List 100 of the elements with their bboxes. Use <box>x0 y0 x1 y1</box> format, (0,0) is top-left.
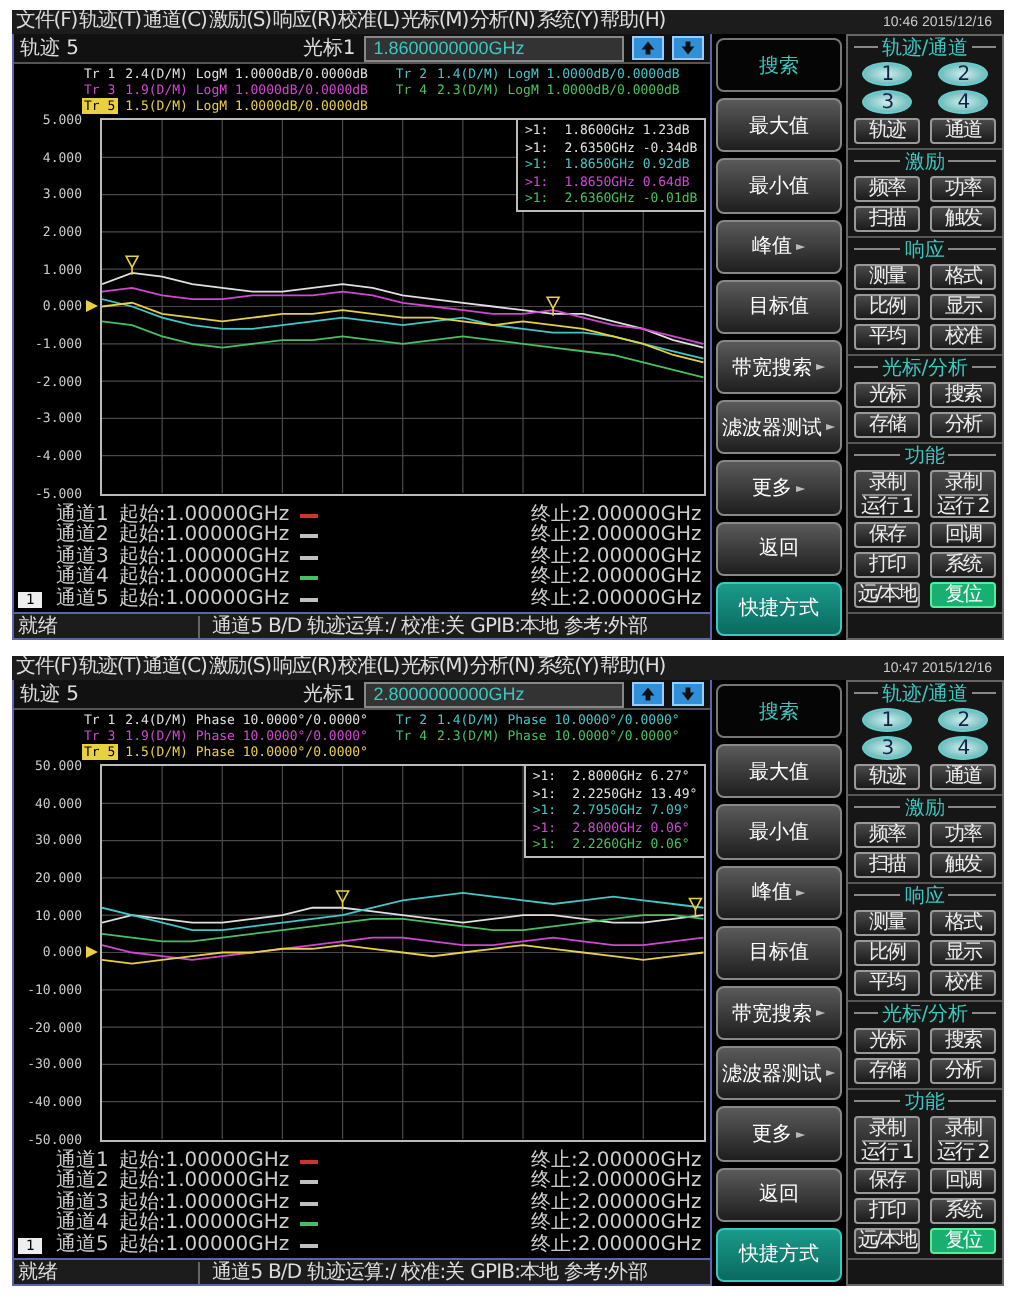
hard-key[interactable]: 光标 <box>853 1028 920 1054</box>
hard-key[interactable]: 存储 <box>853 412 920 438</box>
hard-key[interactable]: 分析 <box>929 1058 996 1084</box>
hard-key[interactable]: 测量 <box>853 264 920 290</box>
hard-key[interactable]: 轨迹 <box>853 764 920 790</box>
hard-key[interactable]: 分析 <box>929 412 996 438</box>
channel-start: 起始:1.00000GHz <box>118 526 290 546</box>
hard-key[interactable]: 功率 <box>929 176 996 202</box>
hard-key[interactable]: 通道 <box>929 764 996 790</box>
softkey-button[interactable]: 目标值 <box>715 925 842 981</box>
hard-key[interactable]: 轨迹 <box>853 118 920 144</box>
hard-key[interactable]: 打印 <box>853 552 920 578</box>
channel-name[interactable]: 通道4 <box>56 568 109 589</box>
hard-key[interactable]: 功率 <box>929 822 996 848</box>
hard-key[interactable]: 保存 <box>853 1168 920 1194</box>
softkey-button[interactable]: 目标值 <box>715 279 842 335</box>
softkey-button[interactable]: 返回 <box>715 521 842 576</box>
channel-name[interactable]: 通道3 <box>56 1193 109 1214</box>
menu-item[interactable]: 帮助(H) <box>600 656 666 680</box>
hard-key[interactable]: 回调 <box>929 522 996 548</box>
softkey-button[interactable]: 最大值 <box>715 98 842 153</box>
hard-key[interactable]: 搜索 <box>929 382 996 408</box>
number-button[interactable]: 1 <box>861 62 912 86</box>
hard-key[interactable]: 比例 <box>853 294 920 320</box>
hard-key[interactable]: 录制 运行 2 <box>929 1116 996 1164</box>
hard-key[interactable]: 打印 <box>853 1198 920 1224</box>
channel-name[interactable]: 通道1 <box>56 1151 109 1172</box>
step-up-button[interactable] <box>631 36 664 60</box>
marker-value-field[interactable]: 1.8600000000GHz <box>363 35 624 61</box>
hard-key[interactable]: 扫描 <box>853 206 920 232</box>
softkey-button[interactable]: 最大值 <box>715 744 842 799</box>
hard-key[interactable]: 远/本地 <box>853 582 920 608</box>
hard-key[interactable]: 显示 <box>929 294 996 320</box>
menu-item[interactable]: 光标(M) <box>401 656 469 680</box>
channel-name[interactable]: 通道4 <box>56 1214 109 1235</box>
softkey-button[interactable]: 返回 <box>715 1167 842 1222</box>
softkey-button[interactable]: 最小值 <box>715 804 842 860</box>
hard-key[interactable]: 触发 <box>929 852 996 878</box>
channel-name[interactable]: 通道1 <box>56 505 109 526</box>
hard-key[interactable]: 频率 <box>853 176 920 202</box>
channel-name[interactable]: 通道5 <box>56 589 109 610</box>
channel-stop: 终止:2.00000GHz <box>530 1151 702 1171</box>
channel-start: 起始:1.00000GHz <box>118 568 290 588</box>
hard-key[interactable]: 通道 <box>929 118 996 144</box>
number-button[interactable]: 1 <box>861 708 912 732</box>
hard-key[interactable]: 显示 <box>929 940 996 966</box>
menu-item[interactable]: 分析(N) <box>470 656 535 680</box>
hard-key[interactable]: 测量 <box>853 910 920 936</box>
number-button[interactable]: 4 <box>937 736 988 760</box>
channel-name[interactable]: 通道3 <box>56 547 109 568</box>
hard-key[interactable]: 系统 <box>929 1198 996 1224</box>
hard-key[interactable]: 光标 <box>853 382 920 408</box>
number-button[interactable]: 3 <box>861 736 912 760</box>
menu-item[interactable]: 帮助(H) <box>600 10 666 34</box>
menu-item[interactable]: 通道(C) <box>142 656 207 680</box>
number-button[interactable]: 4 <box>937 90 988 114</box>
hard-key[interactable]: 平均 <box>853 324 920 350</box>
marker-icon <box>545 296 561 317</box>
menu-item[interactable]: 分析(N) <box>470 10 535 34</box>
hard-key[interactable]: 频率 <box>853 822 920 848</box>
number-button[interactable]: 2 <box>937 62 988 86</box>
hard-key[interactable]: 校准 <box>929 970 996 996</box>
menu-item[interactable]: 激励(S) <box>208 10 271 34</box>
channel-name[interactable]: 通道5 <box>56 1235 109 1256</box>
softkey-button[interactable]: 搜索 <box>715 38 842 93</box>
hard-key[interactable]: 格式 <box>929 264 996 290</box>
channel-name[interactable]: 通道2 <box>56 526 109 547</box>
channel-name[interactable]: 通道2 <box>56 1172 109 1193</box>
hard-key[interactable]: 格式 <box>929 910 996 936</box>
menu-item[interactable]: 校准(L) <box>338 10 400 34</box>
hard-key[interactable]: 录制 运行 1 <box>853 470 920 518</box>
hard-key[interactable]: 校准 <box>929 324 996 350</box>
hard-key[interactable]: 比例 <box>853 940 920 966</box>
number-button[interactable]: 3 <box>861 90 912 114</box>
step-down-button[interactable] <box>671 682 704 706</box>
hard-key[interactable]: 录制 运行 2 <box>929 470 996 518</box>
hard-key[interactable]: 录制 运行 1 <box>853 1116 920 1164</box>
softkey-button[interactable]: 搜索 <box>715 684 842 739</box>
hard-key[interactable]: 保存 <box>853 522 920 548</box>
hard-key[interactable]: 远/本地 <box>853 1228 920 1254</box>
status-state: 就绪 <box>14 1261 200 1283</box>
hard-key[interactable]: 搜索 <box>929 1028 996 1054</box>
menu-item[interactable]: 激励(S) <box>208 656 271 680</box>
status-info: 通道5 B/D 轨迹运算:/ 校准:关 GPIB:本地 参考:外部 <box>210 1259 647 1286</box>
hard-key[interactable]: 平均 <box>853 970 920 996</box>
hard-key[interactable]: 触发 <box>929 206 996 232</box>
hard-key[interactable]: 扫描 <box>853 852 920 878</box>
hard-key[interactable]: 存储 <box>853 1058 920 1084</box>
menu-item[interactable]: 校准(L) <box>338 656 400 680</box>
number-button[interactable]: 2 <box>937 708 988 732</box>
marker-value-field[interactable]: 2.8000000000GHz <box>363 681 624 707</box>
softkey-button[interactable]: 快捷方式 <box>715 581 842 637</box>
softkey-button[interactable]: 快捷方式 <box>715 1227 842 1283</box>
hard-key[interactable]: 回调 <box>929 1168 996 1194</box>
menu-item[interactable]: 光标(M) <box>401 10 469 34</box>
step-up-button[interactable] <box>631 682 664 706</box>
hard-key[interactable]: 系统 <box>929 552 996 578</box>
softkey-button[interactable]: 最小值 <box>715 158 842 214</box>
menu-item[interactable]: 通道(C) <box>142 10 207 34</box>
step-down-button[interactable] <box>671 36 704 60</box>
